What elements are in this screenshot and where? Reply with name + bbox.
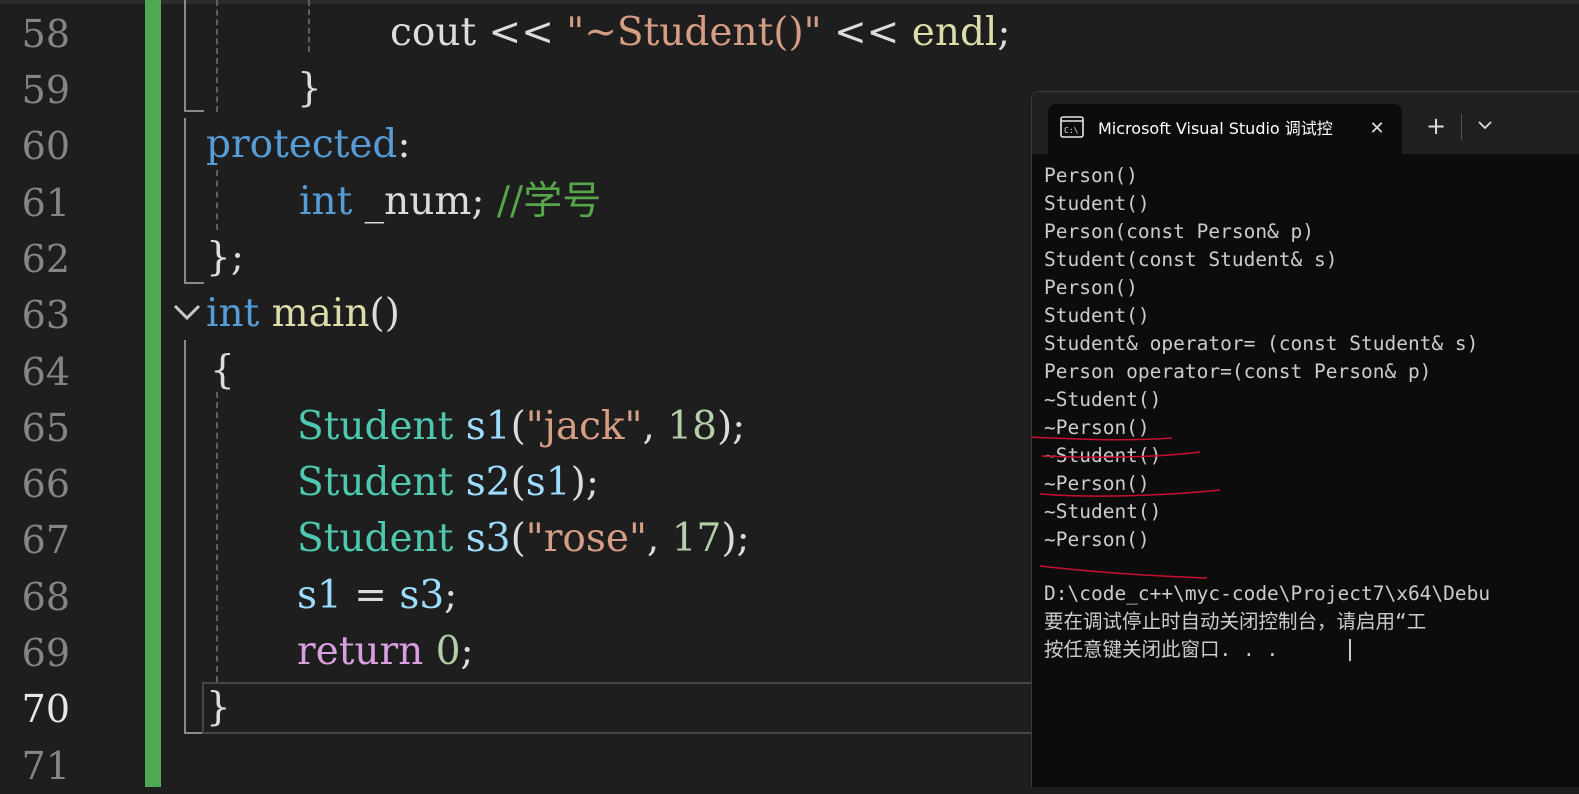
code-line-62: }; [206, 235, 244, 280]
svg-text:C:\: C:\ [1064, 126, 1079, 135]
code-line-69: return 0; [297, 629, 474, 674]
console-line: ~Student() [1044, 444, 1162, 467]
code-line-70: } [206, 685, 231, 730]
console-line: Student() [1044, 192, 1150, 215]
console-exit-path: D:\code_c++\myc-code\Project7\x64\Debu [1044, 582, 1491, 605]
text-cursor [1349, 639, 1351, 661]
console-line: Student() [1044, 304, 1150, 327]
line-number: 60 [21, 124, 70, 168]
console-line: ~Person() [1044, 416, 1150, 439]
line-number: 71 [21, 744, 70, 788]
code-line-59: } [297, 66, 322, 111]
console-line: Person operator=(const Person& p) [1044, 360, 1432, 383]
console-line: Person() [1044, 276, 1138, 299]
console-tab[interactable]: C:\ Microsoft Visual Studio 调试控 ✕ [1048, 104, 1402, 154]
code-line-65: Student s1("jack", 18); [297, 404, 746, 449]
change-tracking-bar [145, 0, 161, 787]
line-number: 69 [21, 631, 70, 675]
line-number: 64 [21, 350, 70, 394]
console-line: ~Student() [1044, 500, 1162, 523]
code-line-68: s1 = s3; [297, 573, 458, 618]
console-output[interactable]: Person() Student() Person(const Person& … [1044, 162, 1579, 782]
code-line-64: { [210, 348, 235, 393]
line-number: 61 [21, 181, 70, 225]
code-line-61: int _num; //学号 [299, 179, 602, 224]
console-icon: C:\ [1060, 116, 1084, 138]
line-number: 59 [21, 68, 70, 112]
code-line-63: int main() [206, 291, 400, 336]
dropdown-chevron-icon[interactable] [1472, 112, 1498, 138]
line-number: 67 [21, 518, 70, 562]
code-line-66: Student s2(s1); [297, 460, 599, 505]
console-line: ~Student() [1044, 388, 1162, 411]
console-line: Student(const Student& s) [1044, 248, 1338, 271]
close-icon[interactable]: ✕ [1366, 118, 1388, 140]
debug-console-window[interactable]: C:\ Microsoft Visual Studio 调试控 ✕ + Pers… [1031, 91, 1579, 787]
console-line: ~Person() [1044, 472, 1150, 495]
line-number: 68 [21, 575, 70, 619]
console-tab-bar: C:\ Microsoft Visual Studio 调试控 ✕ + [1032, 92, 1579, 154]
line-number: 58 [21, 12, 70, 56]
console-hint-line: 要在调试停止时自动关闭控制台，请启用“工 [1044, 610, 1427, 633]
console-line: Student& operator= (const Student& s) [1044, 332, 1479, 355]
plus-icon[interactable]: + [1422, 112, 1450, 140]
console-line: Person() [1044, 164, 1138, 187]
code-line-67: Student s3("rose", 17); [297, 516, 750, 561]
console-tab-title: Microsoft Visual Studio 调试控 [1098, 119, 1333, 138]
code-line-58: cout << "~Student()" << endl; [390, 10, 1011, 55]
line-number: 65 [21, 406, 70, 450]
line-number-gutter: 58 59 60 61 62 63 64 65 66 67 68 69 70 7… [0, 0, 145, 788]
console-line: Person(const Person& p) [1044, 220, 1315, 243]
console-press-key-line: 按任意键关闭此窗口. . . [1044, 638, 1279, 661]
line-number: 63 [21, 293, 70, 337]
code-line-60: protected: [206, 122, 411, 167]
tab-separator [1461, 114, 1462, 140]
line-number: 62 [21, 237, 70, 281]
line-number-current: 70 [21, 687, 70, 731]
line-number: 66 [21, 462, 70, 506]
console-line: ~Person() [1044, 528, 1150, 551]
